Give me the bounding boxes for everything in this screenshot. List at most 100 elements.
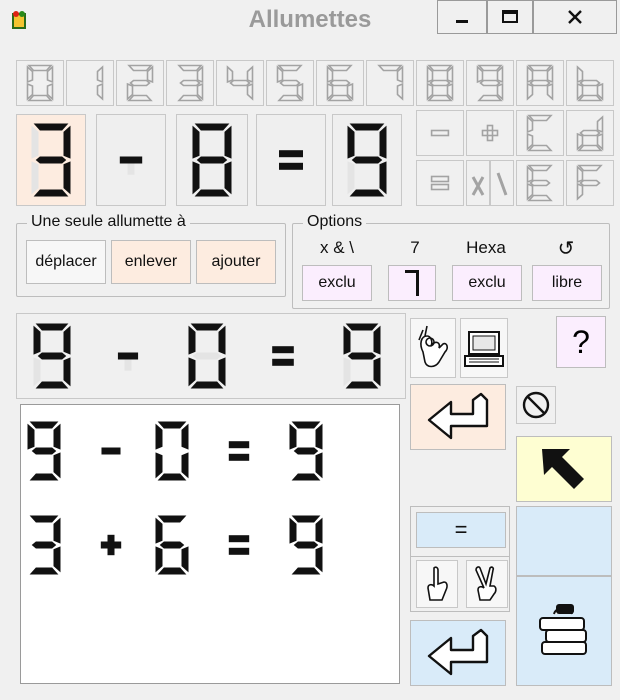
keypad-key-2[interactable] [116,60,164,106]
one-finger-button[interactable] [416,560,458,608]
current-slot-0 [30,320,74,397]
solution-char-0-4 [289,421,323,481]
keypad-op-F[interactable] [566,160,614,206]
one-finger-icon [427,566,448,601]
puzzle-char-2 [192,123,232,197]
keypad-digit-3 [177,64,204,102]
keypad-key-7[interactable] [366,60,414,106]
keypad-digit-A [526,64,554,101]
solution-slot [222,418,256,489]
keypad-op-glyph-equals [430,175,450,191]
current-char-0 [33,323,71,389]
back-arrow-button[interactable] [516,436,612,502]
puzzle-slot-0[interactable] [16,114,86,206]
undo-button[interactable] [410,620,506,686]
solution-char-1-2 [155,515,189,575]
option-hexa-exclusive-button[interactable]: exclu [452,265,522,301]
keypad-op-minus[interactable] [416,110,464,156]
current-slot-1 [110,320,146,397]
undo-arrow-icon [427,392,489,440]
minimize-button[interactable] [437,0,487,34]
puzzle-slot-3[interactable] [256,114,326,206]
solution-slot [24,418,64,489]
ok-hand-icon [418,325,448,368]
up-left-arrow-icon [542,449,584,489]
keypad-op-d[interactable] [566,110,614,156]
option-free-button[interactable]: libre [532,265,602,301]
blank-blue-button[interactable] [516,506,612,576]
keypad-op-glyph-minus [430,129,450,137]
keypad-key-3[interactable] [166,60,214,106]
solution-char-0-2 [155,421,189,481]
help-icon: ? [572,323,590,360]
keypad-key-6[interactable] [316,60,364,106]
current-char-3 [272,346,294,366]
puzzle-slot-2[interactable] [176,114,248,206]
solution-char-0-3 [228,441,250,461]
keypad-digit-4 [226,65,254,101]
close-icon [568,10,582,24]
solution-slot [24,512,64,583]
keypad-key-9[interactable] [466,60,514,106]
keypad-digit-5 [276,64,304,102]
current-slot-4 [340,320,384,397]
keypad-op-glyph-F [576,164,603,201]
keypad-op-glyph-x [471,176,485,196]
keypad-op-E[interactable] [516,160,564,206]
keypad-op-glyph-E [526,164,553,202]
two-finger-icon [475,566,497,601]
close-button[interactable] [533,0,617,34]
maximize-icon [502,10,518,23]
equals-button[interactable]: = [416,512,506,548]
forbidden-button[interactable] [516,386,556,424]
computer-icon [464,331,504,367]
keypad-key-4[interactable] [216,60,264,106]
remove-button[interactable]: enlever [111,240,191,284]
computer-button[interactable] [460,318,508,378]
two-finger-button[interactable] [466,560,508,608]
keypad-key-0[interactable] [16,60,64,106]
option-x-exclusive-button[interactable]: exclu [302,265,372,301]
ok-hand-button[interactable] [410,318,456,378]
keypad-op-backslash[interactable] [490,160,514,206]
keypad-key-1[interactable] [66,60,114,106]
solution-slot [222,512,256,583]
undo-move-button[interactable] [410,384,506,450]
keypad-key-8[interactable] [416,60,464,106]
keypad-digit-2 [126,64,154,102]
keypad-op-x[interactable] [466,160,490,206]
current-char-2 [188,323,226,389]
keypad-op-plus[interactable] [466,110,514,156]
current-char-1 [117,352,139,371]
keypad-key-A[interactable] [516,60,564,106]
help-button[interactable]: ? [556,316,606,368]
current-slot-3 [265,320,301,397]
keypad-op-C[interactable] [516,110,564,156]
solution-row[interactable] [20,414,400,494]
forbidden-icon [522,391,550,419]
solution-slot [286,418,326,489]
move-button[interactable]: déplacer [26,240,106,284]
books-button[interactable] [516,576,612,686]
keypad-key-5[interactable] [266,60,314,106]
keypad-digit-0 [26,64,54,102]
solution-char-0-1 [101,447,121,455]
keypad-op-glyph-plus [481,124,499,142]
keypad-digit-8 [426,64,454,102]
keypad-op-glyph-d [576,115,604,152]
options-legend: Options [303,213,367,231]
solution-row[interactable] [20,508,400,588]
keypad-key-b[interactable] [566,60,614,106]
puzzle-slot-1[interactable] [96,114,166,206]
puzzle-slot-4[interactable] [332,114,402,206]
keypad-digit-9 [476,64,504,102]
solution-slot [152,512,192,583]
add-button[interactable]: ajouter [196,240,276,284]
undo-arrow-icon-2 [427,628,489,676]
current-char-4 [343,323,381,389]
option-seven-style-button[interactable] [388,265,436,301]
maximize-button[interactable] [487,0,533,34]
keypad-op-equals[interactable] [416,160,464,206]
keypad-op-glyph-backslash [496,172,508,196]
solution-char-1-1 [100,534,122,556]
